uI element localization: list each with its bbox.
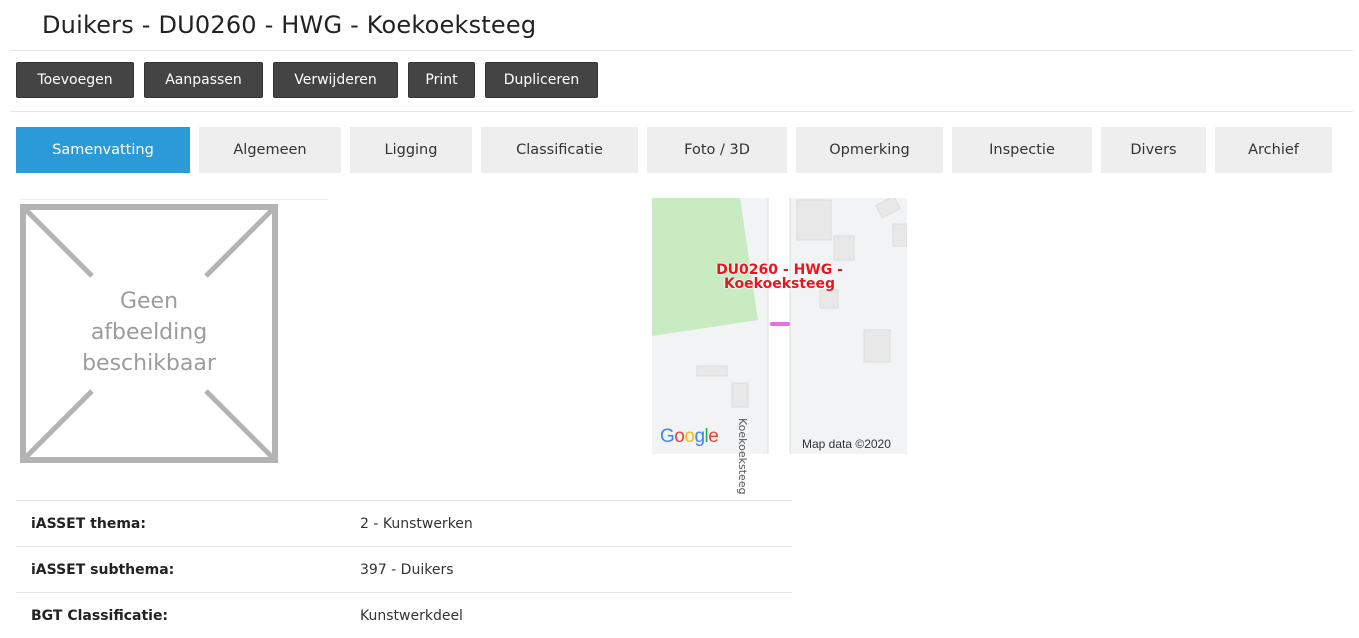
table-row: iASSET thema: 2 - Kunstwerken	[16, 500, 792, 546]
duplicate-button[interactable]: Dupliceren	[485, 62, 598, 98]
delete-button[interactable]: Verwijderen	[273, 62, 398, 98]
tab-archief[interactable]: Archief	[1215, 127, 1332, 173]
property-value: Kunstwerkdeel	[360, 607, 463, 624]
print-button[interactable]: Print	[408, 62, 475, 98]
property-label: BGT Classificatie:	[31, 607, 169, 624]
tab-algemeen[interactable]: Algemeen	[199, 127, 341, 173]
photo-top-divider	[20, 199, 328, 200]
no-image-text-line-1: Geen	[119, 289, 179, 314]
map-road-label: Koekoeksteeg	[736, 418, 749, 495]
no-image-text-line-3: beschikbaar	[82, 351, 216, 376]
toolbar-divider	[10, 111, 1353, 112]
property-label: iASSET subthema:	[31, 561, 175, 578]
tab-bar: Samenvatting Algemeen Ligging Classifica…	[16, 127, 1332, 173]
title-divider	[10, 50, 1353, 51]
map-marker-label-line-1: DU0260 - HWG -	[716, 262, 843, 278]
tab-divers[interactable]: Divers	[1101, 127, 1206, 173]
property-table: iASSET thema: 2 - Kunstwerken iASSET sub…	[16, 500, 792, 638]
add-button[interactable]: Toevoegen	[16, 62, 134, 98]
map-marker-label-line-2: Koekoeksteeg	[723, 276, 836, 292]
table-row: BGT Classificatie: Kunstwerkdeel	[16, 592, 792, 638]
map-attribution: Map data ©2020	[802, 437, 891, 451]
property-label: iASSET thema:	[31, 515, 146, 532]
tab-inspectie[interactable]: Inspectie	[952, 127, 1092, 173]
tab-classificatie[interactable]: Classificatie	[481, 127, 638, 173]
map-tiles	[652, 198, 907, 454]
table-row: iASSET subthema: 397 - Duikers	[16, 546, 792, 592]
google-logo: Google	[660, 426, 719, 447]
map-marker-label: DU0260 - HWG - Koekoeksteeg	[652, 263, 907, 291]
page-title: Duikers - DU0260 - HWG - Koekoeksteeg	[42, 11, 537, 39]
edit-button[interactable]: Aanpassen	[144, 62, 263, 98]
culvert-marker[interactable]	[770, 322, 790, 326]
location-map[interactable]: DU0260 - HWG - Koekoeksteeg	[652, 198, 907, 454]
no-image-text-line-2: afbeelding	[90, 320, 208, 345]
property-value: 2 - Kunstwerken	[360, 515, 473, 532]
tab-opmerking[interactable]: Opmerking	[796, 127, 943, 173]
action-toolbar: Toevoegen Aanpassen Verwijderen Print Du…	[16, 62, 598, 98]
property-value: 397 - Duikers	[360, 561, 454, 578]
tab-ligging[interactable]: Ligging	[350, 127, 472, 173]
tab-foto-3d[interactable]: Foto / 3D	[647, 127, 787, 173]
tab-samenvatting[interactable]: Samenvatting	[16, 127, 190, 173]
no-image-text: Geen afbeelding beschikbaar	[20, 286, 278, 379]
